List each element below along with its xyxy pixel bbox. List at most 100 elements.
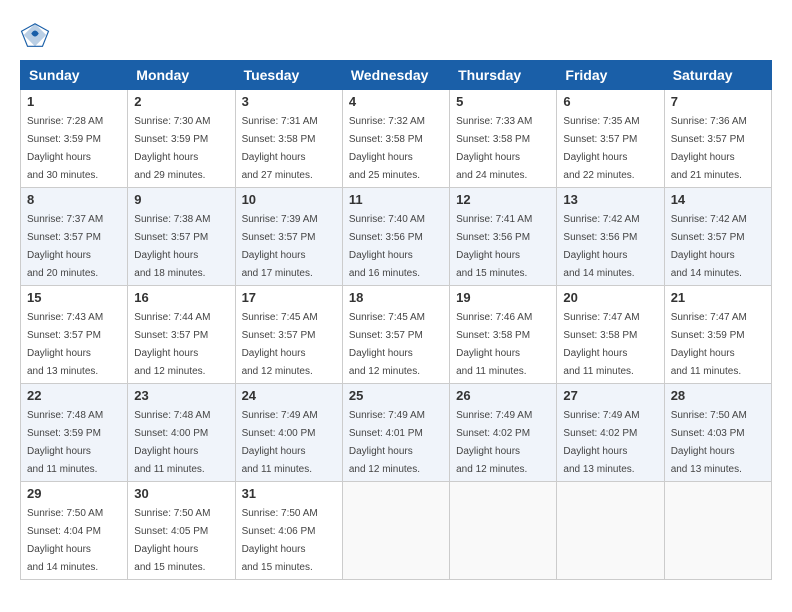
calendar-day-cell: 15 Sunrise: 7:43 AMSunset: 3:57 PMDaylig… xyxy=(21,286,128,384)
day-info: Sunrise: 7:48 AMSunset: 3:59 PMDaylight … xyxy=(27,410,103,475)
day-header-monday: Monday xyxy=(128,61,235,90)
calendar-week-row: 29 Sunrise: 7:50 AMSunset: 4:04 PMDaylig… xyxy=(21,482,772,580)
calendar-week-row: 15 Sunrise: 7:43 AMSunset: 3:57 PMDaylig… xyxy=(21,286,772,384)
day-info: Sunrise: 7:47 AMSunset: 3:58 PMDaylight … xyxy=(563,312,639,377)
day-number: 16 xyxy=(134,290,228,305)
calendar-header-row: SundayMondayTuesdayWednesdayThursdayFrid… xyxy=(21,61,772,90)
empty-cell xyxy=(450,482,557,580)
day-number: 28 xyxy=(671,388,765,403)
calendar-day-cell: 1 Sunrise: 7:28 AMSunset: 3:59 PMDayligh… xyxy=(21,90,128,188)
calendar-day-cell: 18 Sunrise: 7:45 AMSunset: 3:57 PMDaylig… xyxy=(342,286,449,384)
calendar-day-cell: 4 Sunrise: 7:32 AMSunset: 3:58 PMDayligh… xyxy=(342,90,449,188)
calendar-day-cell: 17 Sunrise: 7:45 AMSunset: 3:57 PMDaylig… xyxy=(235,286,342,384)
empty-cell xyxy=(664,482,771,580)
day-info: Sunrise: 7:30 AMSunset: 3:59 PMDaylight … xyxy=(134,116,210,181)
calendar-day-cell: 13 Sunrise: 7:42 AMSunset: 3:56 PMDaylig… xyxy=(557,188,664,286)
logo xyxy=(20,20,54,50)
day-info: Sunrise: 7:39 AMSunset: 3:57 PMDaylight … xyxy=(242,214,318,279)
logo-icon xyxy=(20,20,50,50)
day-number: 17 xyxy=(242,290,336,305)
day-info: Sunrise: 7:46 AMSunset: 3:58 PMDaylight … xyxy=(456,312,532,377)
calendar-day-cell: 16 Sunrise: 7:44 AMSunset: 3:57 PMDaylig… xyxy=(128,286,235,384)
day-number: 10 xyxy=(242,192,336,207)
day-number: 24 xyxy=(242,388,336,403)
calendar-day-cell: 20 Sunrise: 7:47 AMSunset: 3:58 PMDaylig… xyxy=(557,286,664,384)
calendar-day-cell: 2 Sunrise: 7:30 AMSunset: 3:59 PMDayligh… xyxy=(128,90,235,188)
day-info: Sunrise: 7:49 AMSunset: 4:02 PMDaylight … xyxy=(456,410,532,475)
day-info: Sunrise: 7:37 AMSunset: 3:57 PMDaylight … xyxy=(27,214,103,279)
day-number: 1 xyxy=(27,94,121,109)
day-number: 25 xyxy=(349,388,443,403)
day-info: Sunrise: 7:33 AMSunset: 3:58 PMDaylight … xyxy=(456,116,532,181)
day-info: Sunrise: 7:40 AMSunset: 3:56 PMDaylight … xyxy=(349,214,425,279)
day-number: 23 xyxy=(134,388,228,403)
empty-cell xyxy=(557,482,664,580)
day-info: Sunrise: 7:41 AMSunset: 3:56 PMDaylight … xyxy=(456,214,532,279)
calendar-day-cell: 22 Sunrise: 7:48 AMSunset: 3:59 PMDaylig… xyxy=(21,384,128,482)
day-header-friday: Friday xyxy=(557,61,664,90)
day-number: 18 xyxy=(349,290,443,305)
calendar-day-cell: 11 Sunrise: 7:40 AMSunset: 3:56 PMDaylig… xyxy=(342,188,449,286)
day-number: 21 xyxy=(671,290,765,305)
day-info: Sunrise: 7:47 AMSunset: 3:59 PMDaylight … xyxy=(671,312,747,377)
calendar-week-row: 8 Sunrise: 7:37 AMSunset: 3:57 PMDayligh… xyxy=(21,188,772,286)
calendar-day-cell: 14 Sunrise: 7:42 AMSunset: 3:57 PMDaylig… xyxy=(664,188,771,286)
calendar-day-cell: 21 Sunrise: 7:47 AMSunset: 3:59 PMDaylig… xyxy=(664,286,771,384)
day-info: Sunrise: 7:45 AMSunset: 3:57 PMDaylight … xyxy=(349,312,425,377)
day-number: 7 xyxy=(671,94,765,109)
day-number: 15 xyxy=(27,290,121,305)
day-number: 8 xyxy=(27,192,121,207)
day-info: Sunrise: 7:50 AMSunset: 4:04 PMDaylight … xyxy=(27,508,103,573)
day-header-tuesday: Tuesday xyxy=(235,61,342,90)
day-info: Sunrise: 7:50 AMSunset: 4:06 PMDaylight … xyxy=(242,508,318,573)
calendar-day-cell: 7 Sunrise: 7:36 AMSunset: 3:57 PMDayligh… xyxy=(664,90,771,188)
calendar-day-cell: 3 Sunrise: 7:31 AMSunset: 3:58 PMDayligh… xyxy=(235,90,342,188)
day-info: Sunrise: 7:45 AMSunset: 3:57 PMDaylight … xyxy=(242,312,318,377)
empty-cell xyxy=(342,482,449,580)
calendar-day-cell: 10 Sunrise: 7:39 AMSunset: 3:57 PMDaylig… xyxy=(235,188,342,286)
calendar-week-row: 22 Sunrise: 7:48 AMSunset: 3:59 PMDaylig… xyxy=(21,384,772,482)
day-number: 4 xyxy=(349,94,443,109)
day-info: Sunrise: 7:35 AMSunset: 3:57 PMDaylight … xyxy=(563,116,639,181)
day-number: 9 xyxy=(134,192,228,207)
day-info: Sunrise: 7:28 AMSunset: 3:59 PMDaylight … xyxy=(27,116,103,181)
calendar-day-cell: 9 Sunrise: 7:38 AMSunset: 3:57 PMDayligh… xyxy=(128,188,235,286)
calendar-day-cell: 8 Sunrise: 7:37 AMSunset: 3:57 PMDayligh… xyxy=(21,188,128,286)
day-header-thursday: Thursday xyxy=(450,61,557,90)
calendar-day-cell: 27 Sunrise: 7:49 AMSunset: 4:02 PMDaylig… xyxy=(557,384,664,482)
day-info: Sunrise: 7:49 AMSunset: 4:02 PMDaylight … xyxy=(563,410,639,475)
day-info: Sunrise: 7:49 AMSunset: 4:01 PMDaylight … xyxy=(349,410,425,475)
day-header-wednesday: Wednesday xyxy=(342,61,449,90)
day-info: Sunrise: 7:38 AMSunset: 3:57 PMDaylight … xyxy=(134,214,210,279)
day-number: 14 xyxy=(671,192,765,207)
calendar-day-cell: 5 Sunrise: 7:33 AMSunset: 3:58 PMDayligh… xyxy=(450,90,557,188)
calendar-day-cell: 24 Sunrise: 7:49 AMSunset: 4:00 PMDaylig… xyxy=(235,384,342,482)
calendar-day-cell: 29 Sunrise: 7:50 AMSunset: 4:04 PMDaylig… xyxy=(21,482,128,580)
day-number: 6 xyxy=(563,94,657,109)
day-number: 27 xyxy=(563,388,657,403)
day-number: 30 xyxy=(134,486,228,501)
calendar-day-cell: 28 Sunrise: 7:50 AMSunset: 4:03 PMDaylig… xyxy=(664,384,771,482)
calendar-day-cell: 25 Sunrise: 7:49 AMSunset: 4:01 PMDaylig… xyxy=(342,384,449,482)
calendar-day-cell: 12 Sunrise: 7:41 AMSunset: 3:56 PMDaylig… xyxy=(450,188,557,286)
day-number: 3 xyxy=(242,94,336,109)
calendar-week-row: 1 Sunrise: 7:28 AMSunset: 3:59 PMDayligh… xyxy=(21,90,772,188)
day-info: Sunrise: 7:44 AMSunset: 3:57 PMDaylight … xyxy=(134,312,210,377)
day-info: Sunrise: 7:36 AMSunset: 3:57 PMDaylight … xyxy=(671,116,747,181)
day-info: Sunrise: 7:32 AMSunset: 3:58 PMDaylight … xyxy=(349,116,425,181)
day-header-sunday: Sunday xyxy=(21,61,128,90)
day-number: 19 xyxy=(456,290,550,305)
day-number: 22 xyxy=(27,388,121,403)
day-info: Sunrise: 7:50 AMSunset: 4:05 PMDaylight … xyxy=(134,508,210,573)
calendar-day-cell: 26 Sunrise: 7:49 AMSunset: 4:02 PMDaylig… xyxy=(450,384,557,482)
day-info: Sunrise: 7:49 AMSunset: 4:00 PMDaylight … xyxy=(242,410,318,475)
day-info: Sunrise: 7:42 AMSunset: 3:56 PMDaylight … xyxy=(563,214,639,279)
day-number: 29 xyxy=(27,486,121,501)
calendar-table: SundayMondayTuesdayWednesdayThursdayFrid… xyxy=(20,60,772,580)
day-number: 26 xyxy=(456,388,550,403)
page-header xyxy=(20,20,772,50)
day-info: Sunrise: 7:50 AMSunset: 4:03 PMDaylight … xyxy=(671,410,747,475)
day-info: Sunrise: 7:43 AMSunset: 3:57 PMDaylight … xyxy=(27,312,103,377)
day-number: 11 xyxy=(349,192,443,207)
day-number: 12 xyxy=(456,192,550,207)
